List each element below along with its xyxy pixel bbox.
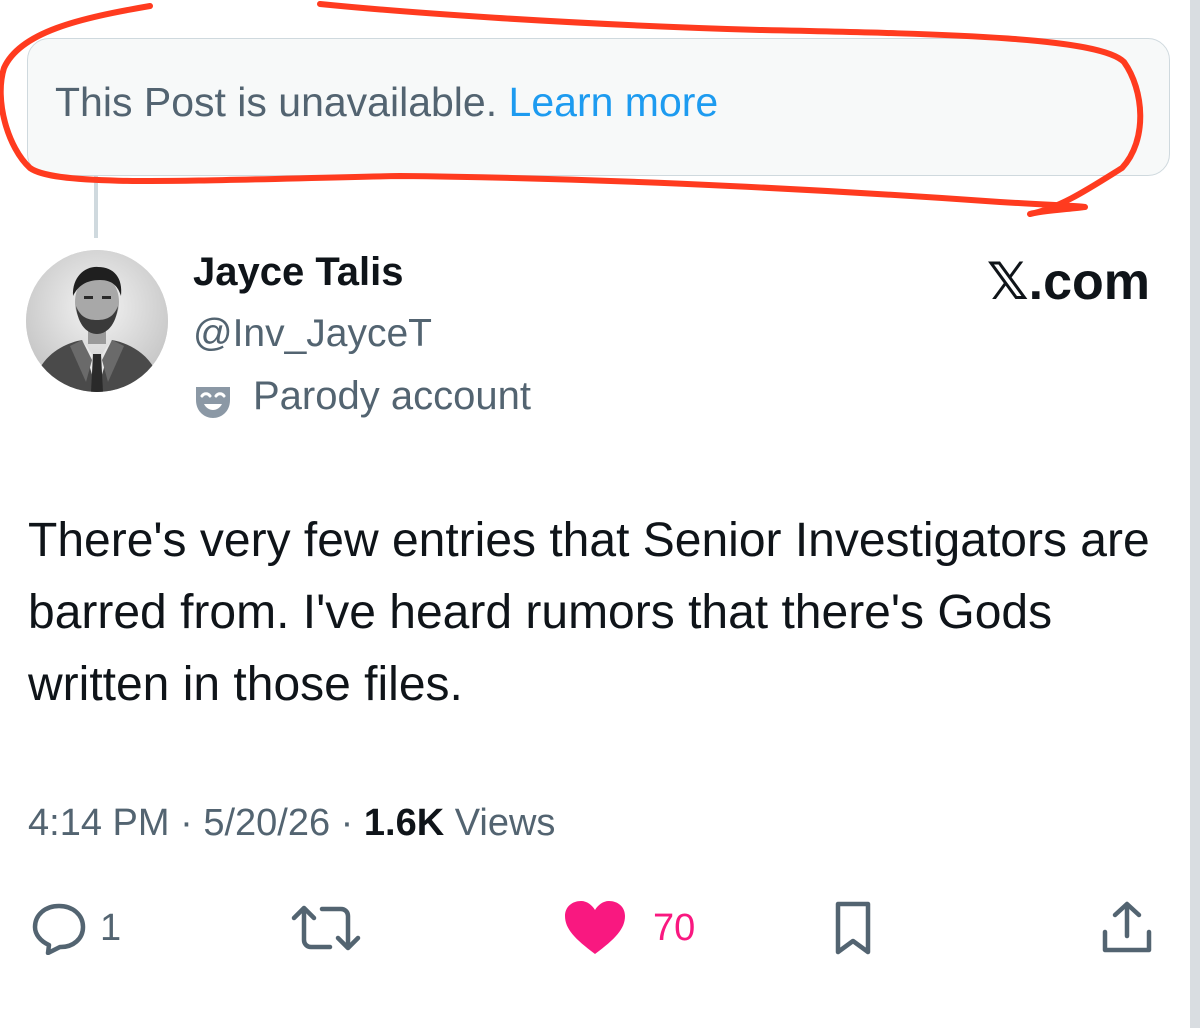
post-meta: 4:14 PM · 5/20/26 · 1.6K Views xyxy=(28,800,555,846)
parody-account-label: Parody account xyxy=(253,374,531,418)
like-count: 70 xyxy=(653,907,696,949)
views-label: Views xyxy=(454,802,556,844)
heart-icon xyxy=(565,901,625,954)
avatar-portrait-image xyxy=(26,250,168,392)
post-date[interactable]: 5/20/26 xyxy=(203,802,330,844)
reply-count: 1 xyxy=(100,907,122,949)
meta-separator: · xyxy=(340,802,354,844)
repost-button[interactable] xyxy=(290,898,362,958)
x-com-watermark: 𝕏.com xyxy=(986,253,1150,311)
author-display-name[interactable]: Jayce Talis xyxy=(193,248,404,296)
reply-button[interactable]: 1 xyxy=(30,898,121,958)
avatar[interactable] xyxy=(26,250,168,392)
post-text: There's very few entries that Senior Inv… xyxy=(28,514,1150,711)
red-highlight-scribble xyxy=(0,1,1144,217)
views-count: 1.6K xyxy=(363,802,445,844)
meta-separator: · xyxy=(180,802,193,844)
author-handle[interactable]: @Inv_JayceT xyxy=(193,311,432,357)
share-icon xyxy=(1102,901,1152,953)
like-button[interactable]: 70 xyxy=(563,898,695,958)
share-button[interactable] xyxy=(1100,898,1154,958)
post-time[interactable]: 4:14 PM xyxy=(28,802,170,844)
bookmark-button[interactable] xyxy=(833,898,873,958)
theater-mask-icon xyxy=(196,387,230,418)
reply-icon xyxy=(32,903,86,955)
repost-icon xyxy=(291,905,361,951)
bookmark-icon xyxy=(835,901,871,955)
